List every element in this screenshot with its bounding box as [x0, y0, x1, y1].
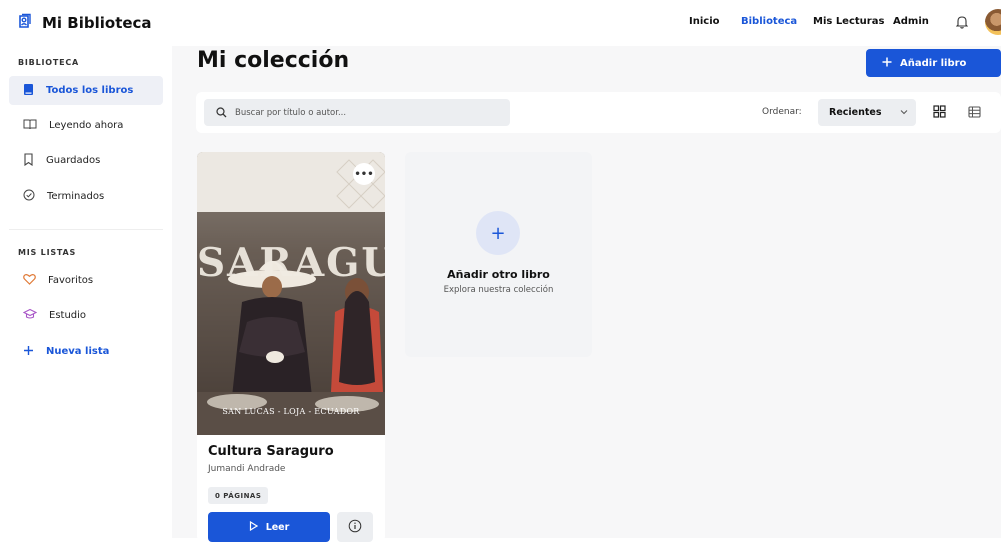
filter-toolbar: Ordenar: Recientes	[196, 92, 1001, 133]
open-book-icon	[23, 118, 37, 133]
search-icon	[216, 103, 227, 122]
book-author: Jumandi Andrade	[208, 464, 286, 474]
cover-title-text: SARAGURO	[197, 240, 385, 286]
avatar[interactable]	[985, 9, 1001, 35]
sidebar-item-leyendo-ahora[interactable]: Leyendo ahora	[9, 111, 163, 140]
sort-label: Ordenar:	[762, 107, 802, 117]
sidebar-item-label: Leyendo ahora	[49, 120, 124, 131]
more-options-button[interactable]: •••	[353, 163, 375, 185]
sidebar-item-label: Favoritos	[48, 275, 94, 286]
heart-icon	[23, 273, 36, 288]
book-user-icon	[18, 13, 32, 33]
add-another-book-card[interactable]: + Añadir otro libro Explora nuestra cole…	[405, 152, 592, 357]
sort-select[interactable]: Recientes	[818, 99, 916, 126]
brand[interactable]: Mi Biblioteca	[18, 13, 152, 33]
read-label: Leer	[265, 521, 290, 533]
add-book-button[interactable]: Añadir libro	[866, 49, 1001, 77]
app-title: Mi Biblioteca	[42, 14, 152, 32]
cover-footer-text: SAN LUCAS - LOJA - ECUADOR	[222, 407, 360, 416]
top-navbar: Mi Biblioteca Inicio Biblioteca Mis Lect…	[0, 0, 1001, 46]
nav-mis-lecturas[interactable]: Mis Lecturas	[813, 16, 884, 27]
sidebar-section-biblioteca: BIBLIOTECA	[18, 58, 80, 67]
page-title: Mi colección	[197, 48, 350, 73]
sidebar-item-favoritos[interactable]: Favoritos	[9, 266, 163, 295]
sidebar-item-label: Guardados	[46, 155, 101, 166]
add-book-label: Añadir libro	[900, 57, 967, 69]
more-horizontal-icon: •••	[354, 168, 374, 180]
grid-view-button[interactable]	[926, 100, 952, 125]
graduation-cap-icon	[22, 308, 38, 323]
sidebar-section-mis-listas: MIS LISTAS	[18, 248, 77, 257]
sidebar-divider	[9, 229, 163, 230]
book-icon	[23, 83, 34, 99]
add-card-subtitle: Explora nuestra colección	[443, 285, 554, 295]
book-title[interactable]: Cultura Saraguro	[208, 444, 334, 459]
cover-photo	[197, 152, 385, 435]
sidebar: BIBLIOTECA Todos los libros Leyendo ahor…	[0, 46, 172, 538]
info-icon	[348, 518, 362, 537]
new-list-label: Nueva lista	[46, 346, 110, 357]
search-box[interactable]	[204, 99, 510, 126]
main-content: Mi colección Añadir libro Ordenar: Recie…	[172, 46, 1001, 542]
book-cover[interactable]: SARAGURO SAN LUCAS - LOJA - ECUADOR •••	[197, 152, 385, 435]
sidebar-item-guardados[interactable]: Guardados	[9, 146, 163, 175]
sidebar-item-label: Terminados	[47, 191, 105, 202]
add-card-title: Añadir otro libro	[447, 268, 550, 281]
search-input[interactable]	[235, 107, 495, 118]
list-view-button[interactable]	[961, 100, 987, 125]
sort-value: Recientes	[829, 107, 882, 118]
nav-admin[interactable]: Admin	[893, 16, 929, 27]
check-circle-icon	[23, 189, 35, 204]
nav-biblioteca[interactable]: Biblioteca	[741, 16, 797, 27]
bell-icon[interactable]	[955, 14, 969, 33]
play-icon	[249, 520, 258, 534]
plus-icon	[23, 345, 34, 359]
book-card[interactable]: SARAGURO SAN LUCAS - LOJA - ECUADOR ••• …	[197, 152, 385, 542]
chevron-down-icon	[900, 107, 908, 118]
sidebar-item-todos-los-libros[interactable]: Todos los libros	[9, 76, 163, 105]
list-view-icon	[967, 103, 981, 122]
plus-icon: +	[476, 211, 520, 255]
grid-view-icon	[932, 103, 946, 122]
nav-inicio[interactable]: Inicio	[689, 16, 720, 27]
new-list-button[interactable]: Nueva lista	[9, 337, 163, 366]
sidebar-item-terminados[interactable]: Terminados	[9, 182, 163, 211]
bookmark-icon	[23, 152, 34, 169]
sidebar-item-label: Estudio	[49, 310, 87, 321]
plus-icon	[882, 57, 892, 70]
pages-badge: 0 PÁGINAS	[208, 487, 269, 504]
sidebar-item-label: Todos los libros	[46, 85, 134, 96]
sidebar-item-estudio[interactable]: Estudio	[9, 301, 163, 330]
